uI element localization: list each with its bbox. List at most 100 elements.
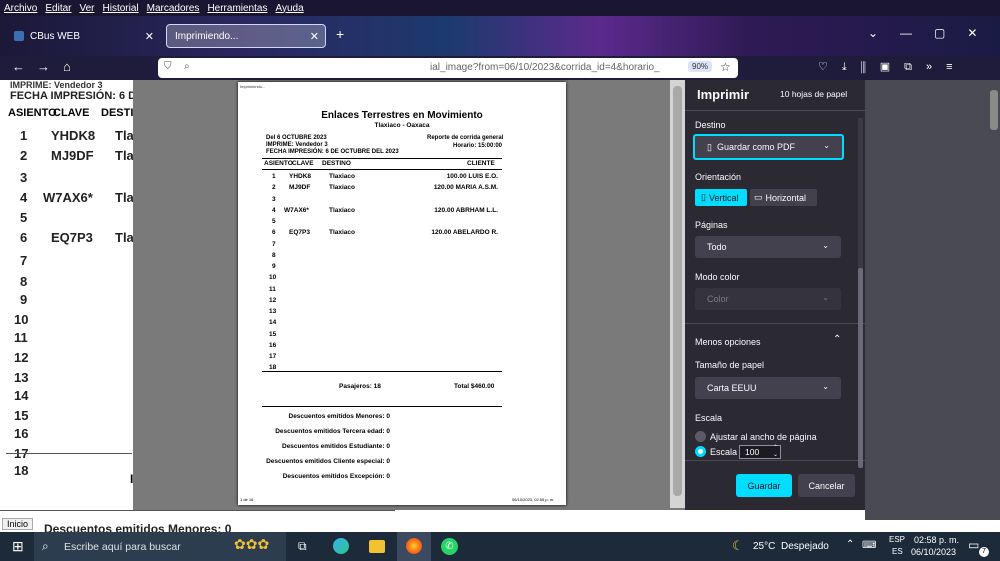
lang-primary[interactable]: ESP — [889, 535, 905, 544]
tab-bar: CBus WEB ✕ Imprimiendo... ✕ + ⌄—▢✕ — [0, 16, 1000, 56]
back-icon[interactable]: ← — [12, 59, 25, 74]
paper-size-label: Tamaño de papel — [695, 360, 765, 370]
chevron-up-icon[interactable]: ⌃ — [833, 334, 841, 345]
report-fecha: FECHA IMPRESIÓN: 6 DE OCTUBRE DEL 2023 — [266, 149, 399, 155]
destination-select[interactable]: ▯ Guardar como PDF ⌄ — [693, 134, 844, 160]
color-select[interactable]: Color ⌄ — [695, 288, 841, 310]
close-icon[interactable]: ✕ — [145, 30, 154, 43]
menu-ayuda[interactable]: Ayuda — [271, 3, 307, 14]
menu-marcadores[interactable]: Marcadores — [143, 3, 204, 14]
print-title: Imprimir — [697, 87, 750, 102]
edge-icon[interactable] — [333, 538, 349, 554]
bg-row-asiento: 15 — [14, 408, 29, 423]
bg-divider-2 — [0, 510, 395, 511]
report-subtitle: Tlaxiaco - Oaxaca — [374, 122, 430, 129]
report-horario: Horario: 15:00:00 — [453, 143, 503, 149]
discount-line: Descuentos emitidos Menores: 0 — [288, 413, 391, 420]
bookmark-star-icon[interactable]: ☆ — [720, 60, 731, 74]
row-asiento: 14 — [269, 319, 277, 327]
row-asiento: 1 — [272, 173, 276, 180]
moon-icon: ☾ — [732, 538, 744, 553]
report-title: Enlaces Terrestres en Movimiento — [321, 110, 483, 121]
row-clave: W7AX6* — [284, 206, 309, 214]
notification-icon[interactable]: ▭ — [968, 538, 979, 552]
page-scrollbar[interactable] — [990, 90, 998, 130]
rule — [262, 169, 502, 170]
page-icon: ⌕ — [184, 61, 190, 72]
row-asiento: 13 — [269, 308, 277, 315]
menu-herramientas[interactable]: Herramientas — [203, 3, 271, 14]
menu-editar[interactable]: Editar — [41, 3, 75, 14]
bg-row-asiento: 2 — [20, 148, 28, 163]
pasajeros-count: Pasajeros: 18 — [339, 383, 381, 390]
orientation-horizontal[interactable]: ▭ Horizontal — [750, 189, 817, 206]
row-asiento: 16 — [269, 341, 277, 349]
menu-archivo[interactable]: Archivo — [0, 3, 41, 14]
total-amount: Total $460.00 — [454, 383, 495, 390]
bg-row-asiento: 13 — [14, 370, 29, 385]
scale-value: 100 — [745, 447, 760, 457]
scale-radio[interactable] — [695, 446, 706, 457]
close-icon[interactable]: ✕ — [310, 30, 319, 43]
paper-size-select[interactable]: Carta EEUU ⌄ — [695, 377, 841, 399]
row-asiento: 11 — [269, 285, 276, 293]
bg-row-asiento: 12 — [14, 350, 29, 365]
scale-input[interactable]: 100 ⌃ ⌄ — [739, 445, 781, 459]
bg-row-asiento: 11 — [14, 330, 28, 345]
task-view-icon[interactable]: ⧉ — [298, 539, 307, 554]
whatsapp-icon[interactable]: ✆ — [441, 538, 458, 555]
home-icon[interactable]: ⌂ — [63, 59, 71, 74]
fit-width-radio[interactable] — [695, 431, 706, 442]
row-destino: Tlaxiaco — [329, 173, 356, 180]
save-button[interactable]: Guardar — [736, 474, 792, 497]
new-tab-icon[interactable]: + — [336, 26, 344, 42]
weather-text[interactable]: Despejado — [781, 541, 829, 552]
horizontal-label: Horizontal — [765, 192, 807, 203]
menu-historial[interactable]: Historial — [99, 3, 143, 14]
chevron-up-icon[interactable]: ⌃ — [846, 539, 854, 550]
tab-label: Imprimiendo... — [175, 30, 239, 42]
pane-scrollbar-thumb[interactable] — [858, 268, 863, 468]
landscape-icon: ▭ — [754, 192, 763, 202]
rule — [262, 371, 502, 372]
windows-start-icon[interactable]: ⊞ — [12, 538, 24, 555]
firefox-task[interactable] — [397, 532, 431, 561]
keyboard-icon[interactable]: ⌨ — [862, 540, 876, 551]
discount-line: Descuentos emitidos Tercera edad: 0 — [275, 428, 390, 435]
cancel-button[interactable]: Cancelar — [798, 474, 855, 497]
divider — [685, 110, 865, 111]
toolbar-icons[interactable]: ♡⤓⫼▣⧉»≡ — [818, 60, 967, 74]
menu-ver[interactable]: Ver — [75, 3, 98, 14]
row-cliente: 120.00 MARIA A.S.M. — [433, 184, 498, 192]
orientation-vertical[interactable]: ▯ Vertical — [695, 189, 747, 206]
forward-icon[interactable]: → — [37, 59, 50, 74]
address-bar[interactable]: ⛉ ⌕ ial_image?from=06/10/2023&corrida_id… — [158, 58, 738, 78]
bg-col-asiento: ASIENTO — [8, 107, 57, 119]
row-asiento: 7 — [272, 240, 276, 248]
temperature[interactable]: 25°C — [753, 541, 775, 552]
tab-imprimiendo[interactable]: Imprimiendo... ✕ — [166, 24, 326, 48]
lang-secondary[interactable]: ES — [892, 547, 903, 556]
less-options-toggle[interactable]: Menos opciones — [695, 337, 761, 347]
stepper-icon[interactable]: ⌃ ⌄ — [773, 445, 778, 459]
bg-row-asiento: 5 — [20, 210, 28, 225]
tab-cbus[interactable]: CBus WEB ✕ — [6, 24, 160, 48]
pane-scrollbar[interactable] — [858, 118, 863, 468]
bg-row-clave: MJ9DF — [51, 148, 94, 163]
orientation-label: Orientación — [695, 172, 742, 182]
pages-select[interactable]: Todo ⌄ — [695, 236, 841, 258]
clock-date[interactable]: 06/10/2023 — [911, 547, 956, 557]
file-explorer-icon[interactable] — [369, 540, 385, 553]
chevron-down-icon: ⌄ — [822, 293, 829, 302]
bg-row-asiento: 18 — [14, 463, 29, 478]
row-cliente: 100.00 LUIS E.O. — [446, 173, 498, 180]
scale-option-label: Escala — [710, 447, 738, 457]
clock-time[interactable]: 02:58 p. m. — [914, 535, 959, 545]
scrollbar-thumb[interactable] — [673, 86, 682, 496]
taskbar-search[interactable]: ⌕ Escribe aquí para buscar ✿✿✿ — [34, 532, 286, 561]
window-controls[interactable]: ⌄—▢✕ — [868, 26, 999, 40]
zoom-badge[interactable]: 90% — [688, 61, 713, 72]
preview-scrollbar[interactable] — [670, 80, 685, 508]
bg-row-clave: YHDK8 — [51, 128, 96, 143]
bg-row-asiento: 16 — [14, 426, 29, 441]
